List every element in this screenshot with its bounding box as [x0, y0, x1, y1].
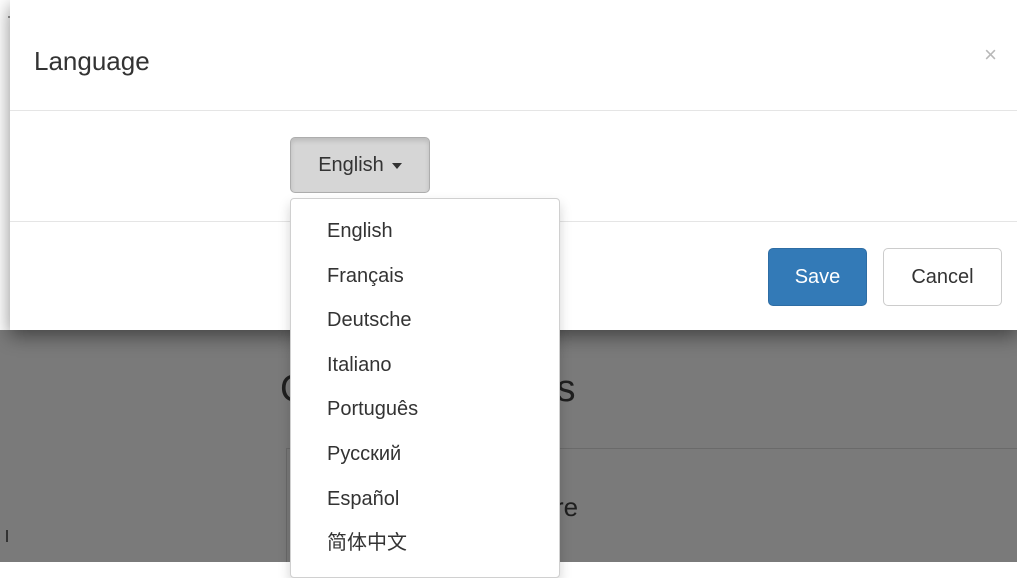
- language-dropdown-label: English: [318, 153, 384, 176]
- language-dropdown-menu: English Français Deutsche Italiano Portu…: [290, 198, 560, 578]
- language-option-english[interactable]: English: [291, 209, 559, 254]
- language-option-russian[interactable]: Русский: [291, 432, 559, 477]
- save-button[interactable]: Save: [768, 248, 867, 306]
- language-option-chinese[interactable]: 简体中文: [291, 521, 559, 566]
- caret-down-icon: [391, 163, 402, 169]
- cancel-button[interactable]: Cancel: [883, 248, 1002, 306]
- modal-title: Language: [34, 46, 150, 76]
- language-option-french[interactable]: Français: [291, 254, 559, 299]
- close-icon[interactable]: ×: [984, 44, 997, 66]
- language-option-italian[interactable]: Italiano: [291, 343, 559, 388]
- modal-header: Language ×: [10, 0, 1017, 111]
- language-option-german[interactable]: Deutsche: [291, 298, 559, 343]
- language-option-portuguese[interactable]: Português: [291, 387, 559, 432]
- background-edge-mark: [6, 530, 8, 542]
- language-option-spanish[interactable]: Español: [291, 477, 559, 522]
- language-dropdown-button[interactable]: English: [290, 137, 430, 193]
